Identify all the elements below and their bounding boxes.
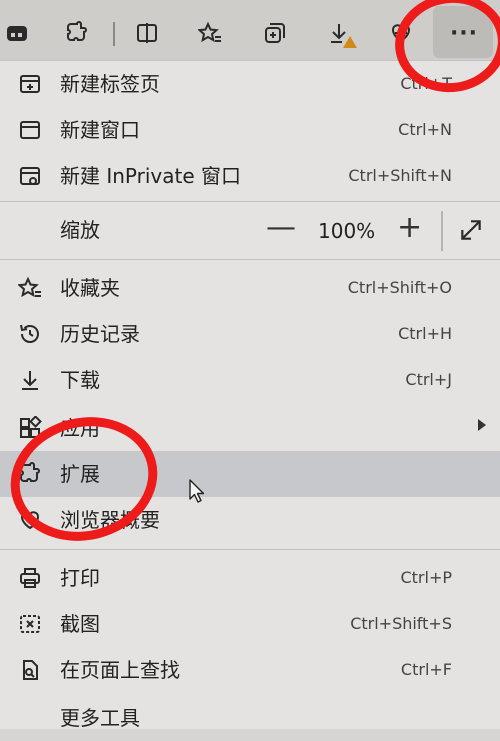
find-shortcut: Ctrl+F [400,660,452,679]
new-window-shortcut: Ctrl+N [398,120,452,139]
chevron-right-icon [478,419,486,431]
zoom-level: 100% [318,219,376,243]
menu-divider [0,259,500,260]
menu-item-print[interactable]: 打印 Ctrl+P [0,555,500,601]
settings-and-more-menu: 新建标签页 Ctrl+T 新建窗口 Ctrl+N 新建 InPrivate 窗口… [0,60,500,730]
find-label: 在页面上查找 [60,658,180,682]
menu-item-new-window[interactable]: 新建窗口 Ctrl+N [0,107,500,153]
download-warning-icon [343,36,357,48]
menu-divider [0,549,500,550]
history-icon [17,321,43,347]
collections-icon[interactable] [262,20,288,46]
history-shortcut: Ctrl+H [398,324,452,343]
inprivate-icon [17,163,43,189]
menu-item-more-tools[interactable]: 更多工具 [0,695,500,741]
downloads-shortcut: Ctrl+J [405,370,452,389]
new-tab-label: 新建标签页 [60,72,160,96]
zoom-in-button[interactable]: + [397,211,422,245]
downloads-menu-icon [17,367,43,393]
extensions-icon[interactable] [64,20,90,46]
new-window-icon [17,117,43,143]
zoom-out-button[interactable]: — [266,211,296,245]
workspaces-icon[interactable] [4,20,30,46]
favorites-label: 收藏夹 [60,276,120,300]
split-screen-icon[interactable] [134,20,160,46]
screenshot-label: 截图 [60,612,100,636]
fullscreen-icon[interactable] [458,217,484,243]
favorites-icon[interactable] [197,20,223,46]
favorites-menu-icon [17,275,43,301]
history-label: 历史记录 [60,322,140,346]
menu-item-history[interactable]: 历史记录 Ctrl+H [0,311,500,357]
new-tab-icon [17,71,43,97]
new-window-label: 新建窗口 [60,118,140,142]
print-icon [17,565,43,591]
zoom-separator [441,211,443,251]
downloads-label: 下载 [60,368,100,392]
menu-item-new-inprivate[interactable]: 新建 InPrivate 窗口 Ctrl+Shift+N [0,153,500,199]
menu-item-screenshot[interactable]: 截图 Ctrl+Shift+S [0,601,500,647]
new-inprivate-shortcut: Ctrl+Shift+N [348,166,452,185]
toolbar-separator [113,22,115,46]
menu-item-find[interactable]: 在页面上查找 Ctrl+F [0,647,500,693]
screenshot-shortcut: Ctrl+Shift+S [350,614,452,633]
menu-divider [0,201,500,202]
menu-item-favorites[interactable]: 收藏夹 Ctrl+Shift+O [0,265,500,311]
find-on-page-icon [17,657,43,683]
print-label: 打印 [60,566,100,590]
favorites-shortcut: Ctrl+Shift+O [347,278,452,297]
zoom-label: 缩放 [60,218,100,242]
screenshot-icon [17,611,43,637]
menu-item-zoom: 缩放 — 100% + [0,207,500,253]
menu-item-downloads[interactable]: 下载 Ctrl+J [0,357,500,403]
mouse-cursor-icon [189,479,205,503]
print-shortcut: Ctrl+P [400,568,452,587]
new-inprivate-label: 新建 InPrivate 窗口 [60,164,242,188]
